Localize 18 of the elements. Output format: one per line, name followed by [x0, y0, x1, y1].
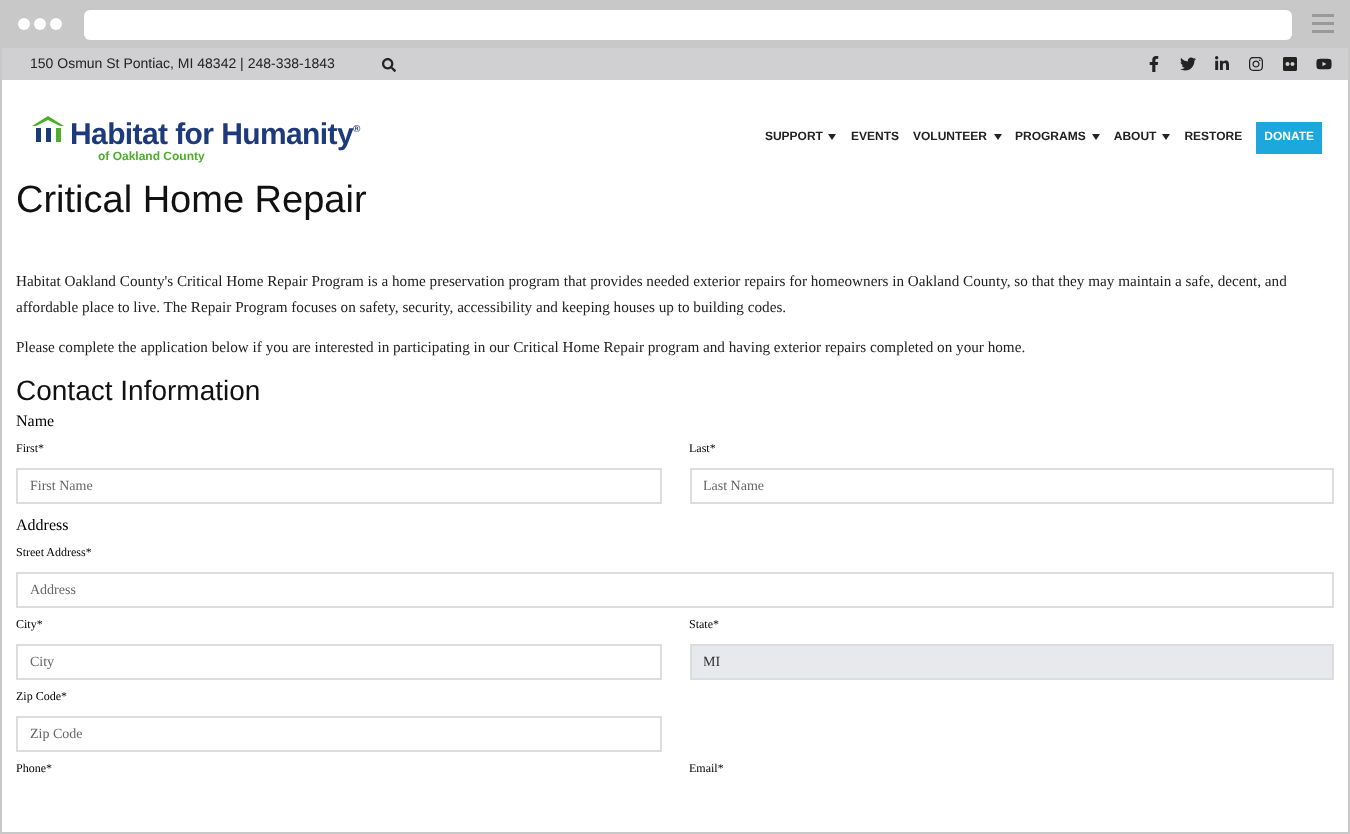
caret-icon: [828, 133, 837, 140]
flickr-icon[interactable]: [1282, 56, 1298, 72]
caret-icon: [1162, 133, 1171, 140]
linkedin-icon[interactable]: [1214, 56, 1230, 72]
twitter-icon[interactable]: [1180, 56, 1196, 72]
window-dots-icon: [16, 16, 64, 32]
facebook-icon[interactable]: [1146, 56, 1162, 72]
youtube-icon[interactable]: [1316, 56, 1332, 72]
page-title: Critical Home Repair: [16, 180, 369, 224]
caret-icon: [993, 133, 1002, 140]
logo-text[interactable]: Habitat for Humanity$^{®}$: [70, 113, 360, 151]
houses-logo-icon: [30, 113, 66, 141]
group-label: Name: [16, 412, 57, 430]
instagram-icon[interactable]: [1248, 56, 1264, 72]
section-heading: Contact Information: [16, 374, 263, 406]
search-icon[interactable]: [382, 57, 397, 71]
group-label: Address: [16, 516, 71, 534]
caret-icon: [1091, 133, 1100, 140]
